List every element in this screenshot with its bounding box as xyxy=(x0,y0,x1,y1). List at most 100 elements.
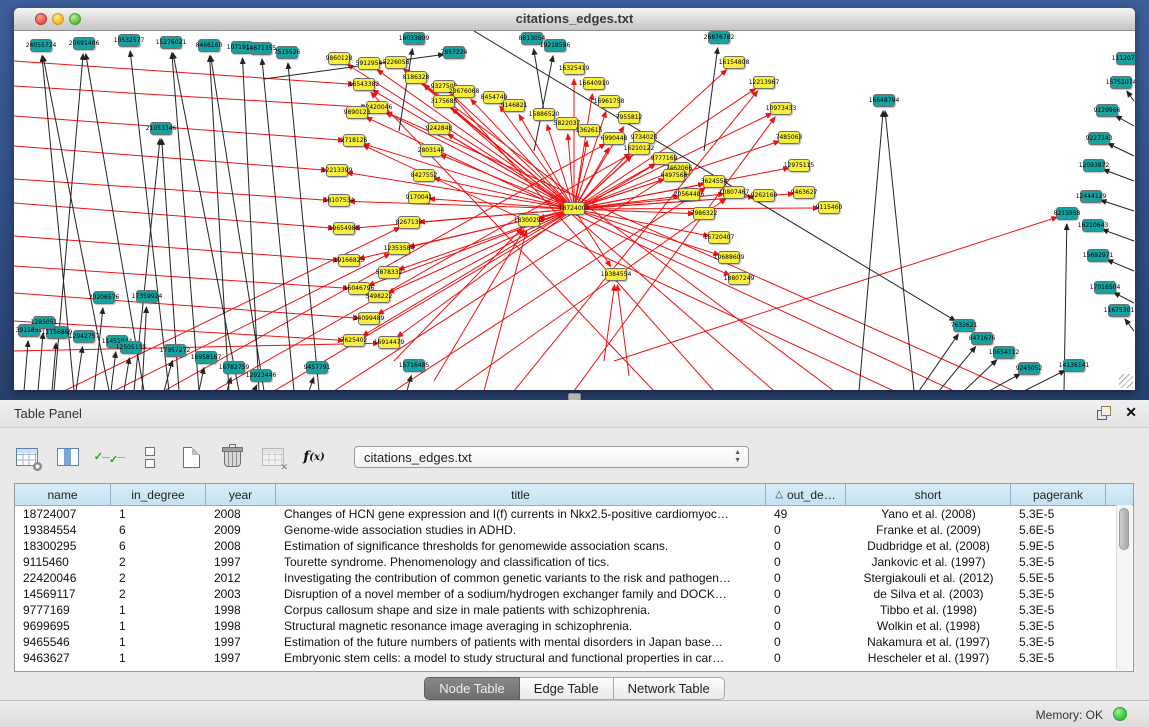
graph-node[interactable]: 15886520 xyxy=(533,108,555,121)
table-row[interactable]: 977716911998Corpus callosum shape and si… xyxy=(15,602,1133,618)
graph-node[interactable]: 21053346 xyxy=(150,122,172,135)
graph-node[interactable]: 17957272 xyxy=(164,344,186,357)
graph-node[interactable]: 14136141 xyxy=(1063,359,1085,372)
graph-node[interactable]: 16640910 xyxy=(583,77,605,90)
graph-node[interactable]: 18807249 xyxy=(728,272,750,285)
graph-node[interactable]: 16543382 xyxy=(353,78,375,91)
graph-node[interactable]: 10654112 xyxy=(993,346,1015,359)
graph-node[interactable]: 8427552 xyxy=(413,169,435,182)
column-header-title[interactable]: title xyxy=(276,484,766,505)
graph-node[interactable]: 15276021 xyxy=(160,36,182,49)
show-columns-icon[interactable] xyxy=(55,445,81,469)
function-builder-icon[interactable]: f(x) xyxy=(301,445,327,469)
graph-node[interactable]: 9262160 xyxy=(753,189,775,202)
graph-node[interactable]: 19166825 xyxy=(338,254,360,267)
window-titlebar[interactable]: citations_edges.txt xyxy=(14,8,1135,31)
graph-node[interactable]: 16210643 xyxy=(1082,219,1104,232)
graph-node[interactable]: 10532577 xyxy=(118,34,140,47)
graph-node[interactable]: 9242848 xyxy=(428,122,450,135)
graph-node[interactable]: 9129966 xyxy=(1096,104,1118,117)
graph-node[interactable]: 12093872 xyxy=(1083,159,1105,172)
new-column-icon[interactable] xyxy=(178,445,204,469)
graph-node[interactable]: 16782759 xyxy=(223,361,245,374)
graph-node[interactable]: 8267130 xyxy=(398,216,420,229)
graph-node[interactable]: 12353584 xyxy=(388,242,410,255)
graph-node[interactable]: 23676068 xyxy=(453,85,475,98)
graph-node[interactable]: 12213967 xyxy=(753,76,775,89)
graph-node[interactable]: 7625402 xyxy=(343,334,365,347)
scrollbar-thumb[interactable] xyxy=(1119,508,1129,550)
table-row[interactable]: 2242004622012Investigating the contribut… xyxy=(15,570,1133,586)
table-row[interactable]: 1872400712008Changes of HCN gene express… xyxy=(15,506,1133,522)
graph-node[interactable]: 12444129 xyxy=(1080,190,1102,203)
graph-node[interactable]: 19218596 xyxy=(544,39,566,52)
table-row[interactable]: 911546021997Tourette syndrome. Phenomeno… xyxy=(15,554,1133,570)
graph-node[interactable]: 15692971 xyxy=(1087,249,1109,262)
graph-node[interactable]: 9170041 xyxy=(408,191,430,204)
table-row[interactable]: 946362711997Embryonic stem cells: a mode… xyxy=(15,650,1133,666)
select-rows-icon[interactable]: ✓—✓— xyxy=(96,445,122,469)
graph-node[interactable]: 20206576 xyxy=(93,291,115,304)
table-row[interactable]: 1938455462009Genome-wide association stu… xyxy=(15,522,1133,538)
graph-node[interactable]: 7955812 xyxy=(618,111,640,124)
graph-node[interactable]: 15751074 xyxy=(1110,76,1132,89)
graph-node[interactable]: 12505135 xyxy=(120,341,142,354)
graph-node[interactable]: 15716485 xyxy=(403,359,425,372)
graph-node[interactable]: 5226058 xyxy=(385,56,407,69)
graph-node[interactable]: 9245052 xyxy=(1018,362,1040,375)
graph-node[interactable]: 9457791 xyxy=(306,361,328,374)
graph-node[interactable]: 18107534 xyxy=(328,194,350,207)
memory-ok-indicator[interactable] xyxy=(1113,707,1127,721)
graph-node[interactable]: 5498222 xyxy=(368,290,390,303)
graph-node[interactable]: 8186328 xyxy=(405,71,427,84)
graph-node[interactable]: 5878332 xyxy=(378,266,400,279)
graph-node[interactable]: 7632621 xyxy=(953,319,975,332)
graph-node[interactable]: 9146821 xyxy=(503,99,525,112)
graph-node[interactable]: 7857224 xyxy=(443,46,465,59)
graph-node[interactable]: 8215958 xyxy=(1056,207,1078,220)
graph-node[interactable]: 11120747 xyxy=(1116,52,1135,65)
tab-network-table[interactable]: Network Table xyxy=(614,677,725,700)
graph-node[interactable]: 1285051 xyxy=(33,316,55,329)
table-row[interactable]: 946554611997Estimation of the future num… xyxy=(15,634,1133,650)
graph-node[interactable]: 9890123 xyxy=(346,106,368,119)
graph-node[interactable]: 8471676 xyxy=(971,332,993,345)
graph-node[interactable]: 6990448 xyxy=(603,132,625,145)
graph-node[interactable]: 12213399 xyxy=(326,164,348,177)
graph-node[interactable]: 12975115 xyxy=(788,159,810,172)
canvas-resize-grip[interactable] xyxy=(1119,374,1133,388)
tab-node-table[interactable]: Node Table xyxy=(424,677,520,700)
graph-node[interactable]: 16210122 xyxy=(628,142,650,155)
graph-node[interactable]: 16961758 xyxy=(598,95,620,108)
graph-node[interactable]: 9227343 xyxy=(1088,132,1110,145)
graph-node[interactable]: 16033809 xyxy=(403,32,425,45)
graph-node[interactable]: 14671355 xyxy=(250,42,272,55)
graph-node[interactable]: 2803144 xyxy=(420,144,442,157)
table-row[interactable]: 969969511998Structural magnetic resonanc… xyxy=(15,618,1133,634)
network-table-select[interactable]: citations_edges.txt ▲▼ xyxy=(354,446,749,468)
column-header-out_de[interactable]: △out_de… xyxy=(766,484,846,505)
delete-column-icon[interactable] xyxy=(219,445,245,469)
graph-node[interactable]: 10807467 xyxy=(723,186,745,199)
graph-node[interactable]: 19384554 xyxy=(605,268,627,281)
graph-node[interactable]: 7515526 xyxy=(276,46,298,59)
graph-node[interactable]: 8466160 xyxy=(198,39,220,52)
clear-selection-icon[interactable] xyxy=(137,445,163,469)
graph-node[interactable]: 12923446 xyxy=(250,369,272,382)
network-canvas[interactable]: 1830029519384554986012859129541654338222… xyxy=(14,31,1135,390)
graph-node[interactable]: 6497568 xyxy=(663,169,685,182)
table-row[interactable]: 1830029562008Estimation of significance … xyxy=(15,538,1133,554)
graph-node[interactable]: 10973433 xyxy=(770,102,792,115)
close-panel-icon[interactable]: ✕ xyxy=(1125,404,1137,421)
graph-node[interactable]: 16154808 xyxy=(723,56,745,69)
graph-node[interactable]: 24099489 xyxy=(358,312,380,325)
table-mode-icon[interactable] xyxy=(14,445,40,469)
float-panel-icon[interactable] xyxy=(1097,406,1111,420)
graph-node[interactable]: 9860128 xyxy=(328,52,350,65)
graph-node[interactable]: 16958167 xyxy=(195,351,217,364)
graph-node[interactable]: 20691406 xyxy=(73,37,95,50)
graph-node[interactable]: 3175685 xyxy=(433,95,455,108)
graph-node[interactable]: 12942757 xyxy=(73,330,95,343)
vertical-scrollbar[interactable] xyxy=(1116,505,1132,670)
column-header-year[interactable]: year xyxy=(206,484,276,505)
